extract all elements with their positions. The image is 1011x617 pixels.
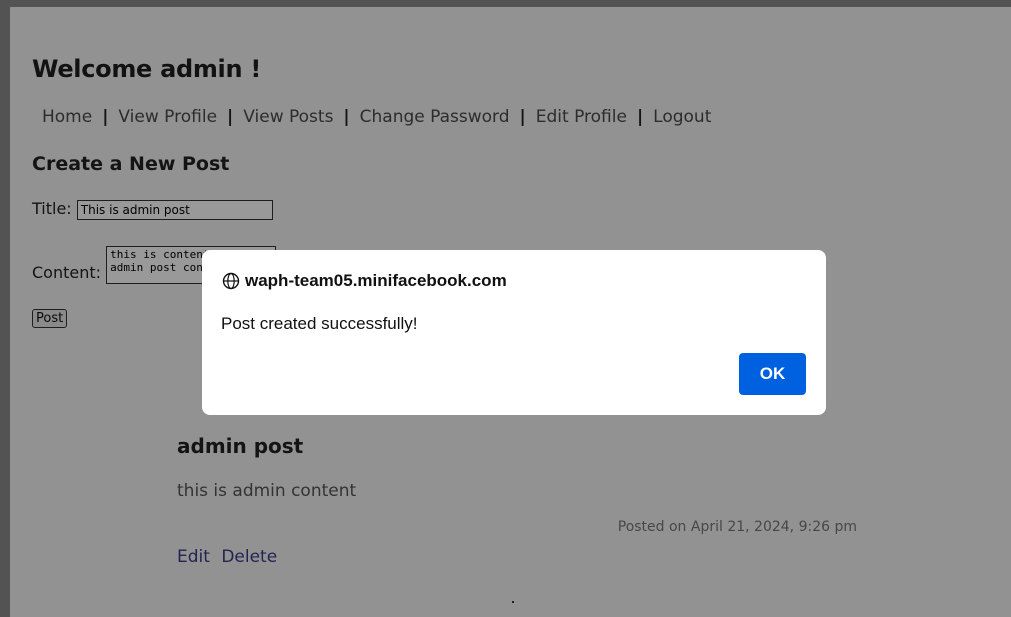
ok-button[interactable]: OK bbox=[739, 353, 806, 395]
dialog-message: Post created successfully! bbox=[221, 314, 418, 333]
globe-icon bbox=[222, 272, 240, 290]
dialog-origin-text: waph-team05.minifacebook.com bbox=[245, 271, 507, 290]
alert-dialog: waph-team05.minifacebook.com Post create… bbox=[202, 250, 826, 415]
dialog-origin: waph-team05.minifacebook.com bbox=[222, 271, 507, 291]
